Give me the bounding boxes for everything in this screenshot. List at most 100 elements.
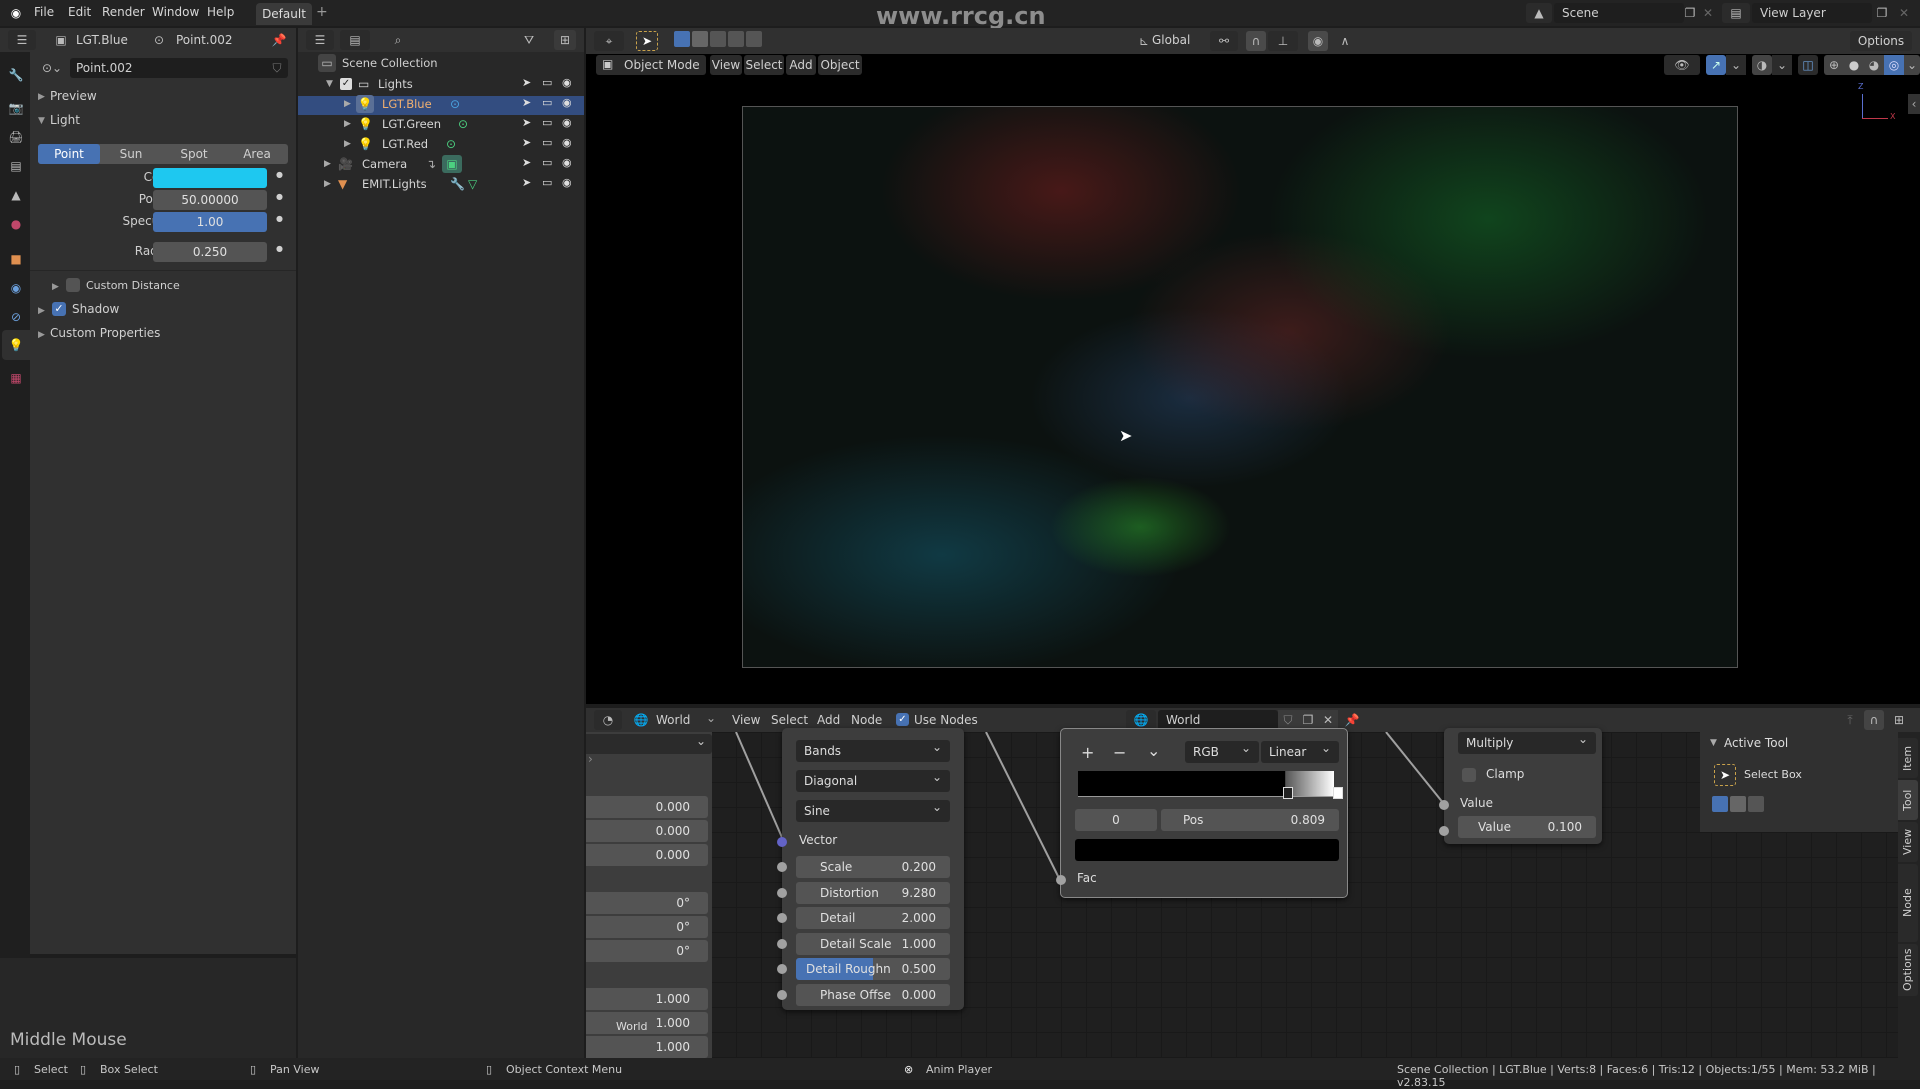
ramp-options-chevron[interactable]: ⌄ [1147, 741, 1160, 760]
value2-input-socket[interactable] [1439, 826, 1449, 836]
shader-type-dropdown[interactable]: World [656, 713, 690, 727]
xray-toggle-icon[interactable]: ◫ [1798, 55, 1818, 75]
shading-solid-icon[interactable]: ● [1844, 55, 1864, 75]
custom-distance-expand-icon[interactable]: ▶ [52, 282, 59, 292]
wave-type-dropdown[interactable]: Bands [796, 736, 950, 762]
shadow-panel-header[interactable]: Shadow [72, 302, 119, 316]
shading-wireframe-icon[interactable]: ⊕ [1824, 55, 1844, 75]
mode-new-icon[interactable] [1712, 796, 1728, 812]
light-type-spot[interactable]: Spot [162, 144, 226, 164]
pin-icon[interactable]: 📌 [270, 30, 288, 50]
power-field[interactable]: 50.00000 [153, 190, 267, 210]
new-collection-icon[interactable]: ⊞ [554, 30, 576, 50]
viewport-menu-select[interactable]: Select [744, 55, 784, 75]
pivot-point-icon[interactable]: ⚯ [1210, 31, 1238, 51]
menu-help[interactable]: Help [207, 5, 234, 19]
value-field[interactable]: Value 0.100 [1458, 816, 1596, 838]
preview-expand-icon[interactable]: ▶ [38, 92, 45, 102]
wave-input-socket[interactable] [777, 964, 787, 974]
select-new-icon[interactable] [674, 31, 690, 47]
overlays-dropdown-icon[interactable]: ⌄ [1772, 55, 1792, 75]
shading-material-icon[interactable]: ◕ [1864, 55, 1884, 75]
view-layer-selector[interactable]: View Layer [1752, 3, 1872, 23]
delete-scene-icon[interactable]: ✕ [1698, 3, 1718, 23]
active-tool-collapse-icon[interactable]: ▼ [1710, 738, 1717, 748]
node-editor-type-icon[interactable]: ◔ [594, 710, 622, 730]
options-dropdown[interactable]: Options [1850, 31, 1912, 51]
viewport-visibility-icon[interactable]: ▭ [542, 156, 552, 169]
shadow-expand-icon[interactable]: ▶ [38, 306, 45, 316]
blender-logo-icon[interactable]: ◉ [6, 3, 26, 23]
wave-profile-dropdown[interactable]: Sine [796, 796, 950, 822]
outliner-item-lights[interactable]: ▼ ✓ ▭ Lights [300, 74, 578, 94]
select-tool-icon[interactable]: ➤ [636, 31, 658, 51]
wave-input-field[interactable]: Detail Roughn 0.500 [796, 958, 950, 980]
output-tab-icon[interactable]: 🖨 [5, 126, 27, 148]
world-datablock-field[interactable]: World [1158, 710, 1278, 730]
fac-input-socket[interactable] [1056, 875, 1066, 885]
snap-toggle-icon[interactable]: ∩ [1246, 31, 1266, 51]
interpolation-dropdown[interactable]: Linear [1261, 737, 1339, 763]
overlays-toggle-icon[interactable]: ◑ [1752, 55, 1772, 75]
wave-input-socket[interactable] [777, 938, 787, 949]
light-data-icon[interactable]: ⊙ [450, 94, 460, 114]
mode-subtract-icon[interactable] [1748, 796, 1764, 812]
ramp-stop-white[interactable] [1333, 787, 1343, 799]
select-subtract-icon[interactable] [710, 31, 726, 47]
value-input-socket[interactable] [1439, 800, 1449, 810]
light-data-icon[interactable]: ⊙ [458, 114, 468, 134]
wave-input-socket[interactable] [777, 913, 787, 923]
selectable-icon[interactable]: ➤ [522, 116, 531, 129]
pin-icon[interactable]: 📌 [1342, 710, 1362, 730]
node-menu-view[interactable]: View [732, 713, 760, 727]
menu-window[interactable]: Window [152, 5, 199, 19]
specular-slider[interactable]: 1.00 [153, 212, 267, 232]
radius-field[interactable]: 0.250 [153, 242, 267, 262]
gizmo-toggle-icon[interactable]: ↗ [1706, 55, 1726, 75]
wave-input-field[interactable]: Detail Scale 1.000 [796, 932, 950, 955]
view-layer-icon[interactable]: ▤ [1722, 3, 1750, 23]
fake-user-icon[interactable]: ⛉ [266, 58, 288, 78]
tool-tab-icon[interactable]: 🔧 [5, 64, 27, 86]
light-data-icon[interactable]: ⊙ [446, 134, 456, 154]
shader-type-chevron-icon[interactable]: ⌄ [706, 711, 716, 725]
active-stop-index[interactable]: 0 [1075, 809, 1157, 831]
stop-position-field[interactable]: Pos 0.809 [1161, 809, 1339, 831]
selectable-icon[interactable]: ➤ [522, 76, 531, 89]
new-scene-icon[interactable]: ❐ [1680, 3, 1700, 23]
preview-panel-header[interactable]: Preview [50, 89, 97, 103]
viewport-visibility-icon[interactable]: ▭ [542, 76, 552, 89]
node-menu-select[interactable]: Select [771, 713, 808, 727]
selectable-icon[interactable]: ➤ [522, 156, 531, 169]
delete-view-layer-icon[interactable]: ✕ [1894, 3, 1914, 23]
menu-edit[interactable]: Edit [68, 5, 91, 19]
scene-selector[interactable]: Scene [1554, 3, 1684, 23]
color-mode-dropdown[interactable]: RGB [1185, 737, 1259, 763]
duplicate-world-icon[interactable]: ❐ [1298, 710, 1318, 730]
sidebar-tab-view[interactable]: View [1898, 822, 1918, 862]
render-visibility-icon[interactable]: ◉ [562, 136, 572, 149]
view-layer-tab-icon[interactable]: ▤ [5, 155, 27, 177]
outliner-item-camera[interactable]: ▶ 🎥 Camera ↴ ▣ [300, 154, 578, 174]
modifier-icon[interactable]: 🔧 [450, 174, 465, 194]
color-keyframe-dot[interactable]: ● [276, 170, 283, 179]
scene-collection-label[interactable]: Scene Collection [342, 56, 438, 70]
select-extend-icon[interactable] [692, 31, 708, 47]
wave-input-field[interactable]: Phase Offse 0.000 [796, 983, 950, 1006]
scene-tab-icon[interactable]: ▲ [5, 184, 27, 206]
wave-input-field[interactable]: Distortion 9.280 [796, 881, 950, 904]
ramp-stop-black[interactable] [1283, 787, 1293, 799]
light-collapse-icon[interactable]: ▼ [38, 116, 45, 126]
editor-type-icon[interactable]: ☰ [8, 30, 36, 50]
selectable-icon[interactable]: ➤ [522, 176, 531, 189]
render-visibility-icon[interactable]: ◉ [562, 116, 572, 129]
sidebar-tab-options[interactable]: Options [1898, 944, 1918, 996]
menu-render[interactable]: Render [102, 5, 145, 19]
selectable-icon[interactable]: ➤ [522, 96, 531, 109]
render-visibility-icon[interactable]: ◉ [562, 76, 572, 89]
viewport-editor-type-icon[interactable]: ⌖ [594, 31, 624, 51]
scene-icon[interactable]: ▲ [1526, 3, 1552, 23]
custom-properties-expand-icon[interactable]: ▶ [38, 330, 45, 340]
light-panel-header[interactable]: Light [50, 113, 80, 127]
light-type-sun[interactable]: Sun [100, 144, 162, 164]
